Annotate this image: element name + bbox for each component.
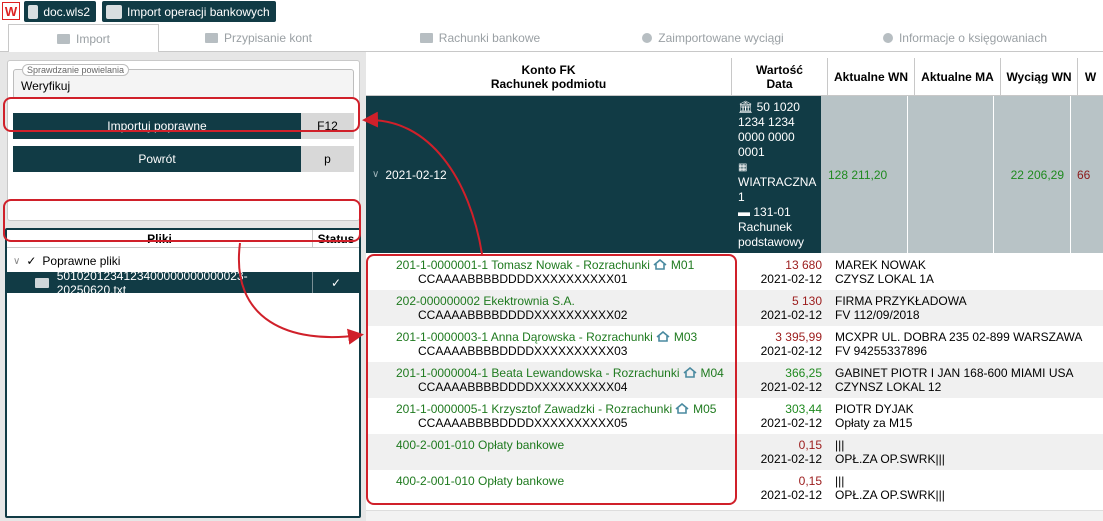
user-icon xyxy=(28,4,39,19)
tab-zaimportowane-wyciagi[interactable]: Zaimportowane wyciągi xyxy=(600,24,826,52)
amount: 13 680 xyxy=(785,258,822,272)
date: 2021-02-12 xyxy=(760,452,822,466)
bank-account-cell: 🏛 50 1020 1234 1234 0000 0000 0001 ▦ WIA… xyxy=(732,96,821,253)
files-group-label: Poprawne pliki xyxy=(42,254,121,268)
bank-icon: 🏛 xyxy=(738,100,757,114)
highlight-file-list xyxy=(3,199,361,242)
date: 2021-02-12 xyxy=(760,380,822,394)
action-box: Sprawdzanie powielania Weryfikuj Importu… xyxy=(7,60,360,221)
tab-przypisanie-kont[interactable]: Przypisanie kont xyxy=(159,24,358,52)
col-w[interactable]: W xyxy=(1078,58,1103,95)
duplicate-check-field[interactable]: Sprawdzanie powielania Weryfikuj xyxy=(13,64,354,99)
tab-doc-wls2[interactable]: doc.wls2 xyxy=(24,1,96,22)
date-group-row[interactable]: ∨ 2021-02-12 🏛 50 1020 1234 1234 0000 000… xyxy=(366,96,1103,253)
left-panel: Sprawdzanie powielania Weryfikuj Importu… xyxy=(0,52,366,521)
duplicate-check-value: Weryfikuj xyxy=(21,79,71,93)
horizontal-scrollbar[interactable] xyxy=(366,510,1103,521)
file-name: 5010201234123400000000000023-20250620.tx… xyxy=(56,268,248,297)
description-line2: FV 94255337896 xyxy=(835,344,928,358)
check-icon: ✓ xyxy=(26,254,37,268)
back-label[interactable]: Powrót xyxy=(13,146,301,172)
nav-tabs: Import Przypisanie kont Rachunki bankowe… xyxy=(0,24,1103,53)
amount: 303,44 xyxy=(785,402,822,416)
table-header: Konto FK Rachunek podmiotu Wartość Data Ak… xyxy=(366,58,1103,96)
col-wyciag-wn[interactable]: Wyciąg WN xyxy=(1001,58,1078,95)
amount: 5 130 xyxy=(791,294,822,308)
back-button[interactable]: Powrót p xyxy=(13,146,354,172)
tab-informacje-ksiegowania[interactable]: Informacje o księgowaniach xyxy=(840,24,1090,52)
col-aktualne-ma[interactable]: Aktualne MA xyxy=(915,58,1001,95)
amount: 0,15 xyxy=(798,474,822,488)
date: 2021-02-12 xyxy=(760,308,822,322)
description-line2: Opłaty za M15 xyxy=(835,416,913,430)
description-line1: FIRMA PRZYKŁADOWA xyxy=(835,294,967,308)
group-aktualne-wn: 128 211,20 xyxy=(821,96,908,253)
date: 2021-02-12 xyxy=(760,344,822,358)
date: 2021-02-12 xyxy=(760,488,822,502)
description-line2: CZYNSZ LOKAL 12 xyxy=(835,380,942,394)
description-line1: PIOTR DYJAK xyxy=(835,402,914,416)
date-group-cell[interactable]: ∨ 2021-02-12 xyxy=(366,96,732,253)
description-line2: CZYSZ LOKAL 1A xyxy=(835,272,934,286)
folder-icon: ▬ xyxy=(738,205,754,219)
file-icon xyxy=(35,277,49,288)
import-icon xyxy=(56,33,70,44)
col-aktualne-wn[interactable]: Aktualne WN xyxy=(828,58,915,95)
date: 2021-02-12 xyxy=(760,272,822,286)
files-group-row[interactable]: ∨ ✓ Poprawne pliki xyxy=(7,252,120,270)
date: 2021-02-12 xyxy=(760,416,822,430)
top-bar: W doc.wls2 Import operacji bankowych xyxy=(0,0,1103,24)
amount: 3 395,99 xyxy=(775,330,822,344)
description-line1: GABINET PIOTR I JAN 168-600 MIAMI USA xyxy=(835,366,1074,380)
building-icon: ▦ xyxy=(738,162,748,173)
col-wartosc[interactable]: Wartość Data xyxy=(732,58,828,95)
highlight-import-button xyxy=(3,97,360,132)
group-date: 2021-02-12 xyxy=(385,167,447,182)
description-line1: ||| xyxy=(835,474,845,488)
amount: 0,15 xyxy=(798,438,822,452)
description-line2: OPŁ.ZA OP.SWRK||| xyxy=(835,488,945,502)
group-aktualne-ma xyxy=(908,96,994,253)
folder-icon xyxy=(204,33,218,43)
tab-import-operacji[interactable]: Import operacji bankowych xyxy=(102,1,276,22)
chevron-down-icon[interactable]: ∨ xyxy=(13,256,20,267)
amount: 366,25 xyxy=(785,366,822,380)
file-status-check-icon: ✓ xyxy=(330,275,342,290)
search-icon xyxy=(882,33,893,43)
description-line1: MCXPR UL. DOBRA 235 02-899 WARSZAWA xyxy=(835,330,1083,344)
description-line2: FV 112/09/2018 xyxy=(835,308,920,322)
description-line2: OPŁ.ZA OP.SWRK||| xyxy=(835,452,945,466)
tab-rachunki-bankowe[interactable]: Rachunki bankowe xyxy=(380,24,580,52)
description-line1: MAREK NOWAK xyxy=(835,258,926,272)
tab-import[interactable]: Import xyxy=(8,24,159,53)
col-konto-fk[interactable]: Konto FK Rachunek podmiotu xyxy=(366,58,732,95)
back-shortcut-key: p xyxy=(301,146,354,172)
app-logo: W xyxy=(2,2,20,20)
highlight-rows xyxy=(366,254,737,505)
bank-icon xyxy=(106,4,122,19)
group-w: 66 xyxy=(1071,96,1103,253)
files-panel: Pliki Status ∨ ✓ Poprawne pliki 50102012… xyxy=(5,228,361,518)
group-wyciag-wn: 22 206,29 xyxy=(994,96,1071,253)
duplicate-check-legend: Sprawdzanie powielania xyxy=(22,64,130,76)
description-line1: ||| xyxy=(835,438,845,452)
search-icon xyxy=(642,33,653,43)
file-row[interactable]: 5010201234123400000000000023-20250620.tx… xyxy=(7,269,359,297)
bank-icon xyxy=(419,33,433,43)
chevron-down-icon[interactable]: ∨ xyxy=(372,169,379,180)
